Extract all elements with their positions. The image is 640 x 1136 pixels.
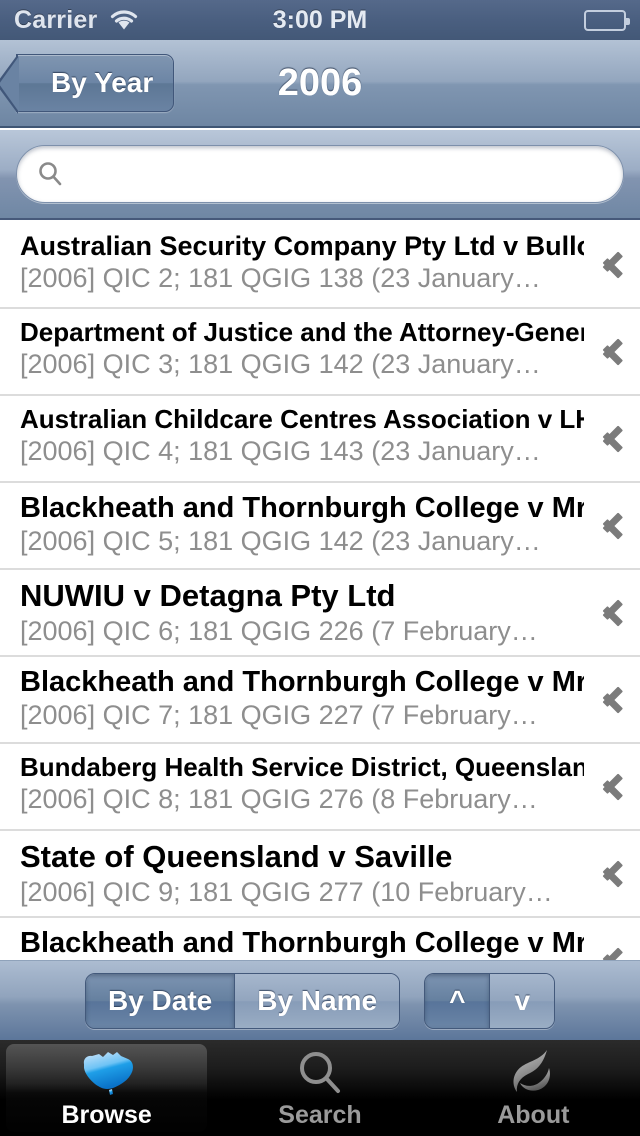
carrier-label: Carrier <box>14 5 98 34</box>
swirl-logo-icon <box>507 1047 559 1099</box>
search-input[interactable] <box>73 158 605 190</box>
table-row[interactable]: Bundaberg Health Service District, Queen… <box>0 744 640 831</box>
table-row[interactable]: NUWIU v Detagna Pty Ltd [2006] QIC 6; 18… <box>0 570 640 657</box>
tab-search[interactable]: Search <box>213 1040 426 1136</box>
row-subtitle: [2006] QIC 6; 181 QGIG 226 (7 February… <box>20 615 538 646</box>
app-screen: Carrier 3:00 PM By Year 2006 Australian … <box>0 0 640 1136</box>
australia-map-icon <box>76 1047 138 1099</box>
segment-by-name[interactable]: By Name <box>235 973 400 1028</box>
chevron-right-icon <box>602 248 624 282</box>
table-row[interactable]: State of Queensland v Saville [2006] QIC… <box>0 831 640 918</box>
chevron-right-icon <box>602 683 624 717</box>
bottom-toolbar: By Date By Name ^ v <box>0 960 640 1040</box>
table-row[interactable]: Department of Justice and the Attorney-G… <box>0 309 640 396</box>
chevron-right-icon <box>602 335 624 369</box>
case-list[interactable]: Australian Security Company Pty Ltd v Bu… <box>0 222 640 960</box>
row-subtitle: [2006] QIC 3; 181 QGIG 142 (23 January… <box>20 349 541 380</box>
segment-sort-descending[interactable]: v <box>490 973 555 1028</box>
search-bar <box>0 130 640 220</box>
sort-segmented-control[interactable]: By Date By Name <box>84 972 401 1029</box>
chevron-right-icon <box>602 770 624 804</box>
row-title: Blackheath and Thornburgh College v Mr A… <box>20 666 584 698</box>
tab-search-label: Search <box>278 1100 362 1129</box>
table-row[interactable]: Australian Childcare Centres Association… <box>0 396 640 483</box>
row-title: Department of Justice and the Attorney-G… <box>20 318 584 347</box>
row-title: Blackheath and Thornburgh College v Mr A… <box>20 492 584 524</box>
row-subtitle: [2006] QIC 8; 181 QGIG 276 (8 February… <box>20 784 538 815</box>
row-subtitle: [2006] QIC 2; 181 QGIG 138 (23 January… <box>20 263 541 294</box>
row-subtitle: [2006] QIC 9; 181 QGIG 277 (10 February… <box>20 876 553 907</box>
chevron-right-icon <box>602 509 624 543</box>
tab-about[interactable]: About <box>427 1040 640 1136</box>
chevron-right-icon <box>602 857 624 891</box>
chevron-right-icon <box>602 422 624 456</box>
row-title: NUWIU v Detagna Pty Ltd <box>20 579 396 613</box>
table-row[interactable]: Blackheath and Thornburgh College v Mr A… <box>0 483 640 570</box>
wifi-icon <box>109 9 139 31</box>
table-row[interactable]: Blackheath and Thornburgh College v Mr A… <box>0 918 640 960</box>
row-subtitle: [2006] QIC 7; 181 QGIG 227 (7 February… <box>20 700 538 731</box>
tab-bar: Browse Search About <box>0 1040 640 1136</box>
row-title: Blackheath and Thornburgh College v Mr A… <box>20 927 584 959</box>
table-row[interactable]: Australian Security Company Pty Ltd v Bu… <box>0 222 640 309</box>
battery-icon <box>584 9 630 31</box>
chevron-right-icon <box>602 944 624 961</box>
row-title: Australian Security Company Pty Ltd v Bu… <box>20 231 584 261</box>
segment-by-date[interactable]: By Date <box>85 973 236 1028</box>
back-button[interactable]: By Year <box>0 54 175 114</box>
order-segmented-control[interactable]: ^ v <box>424 972 556 1029</box>
search-field[interactable] <box>16 145 624 203</box>
search-icon <box>35 159 65 189</box>
row-subtitle: [2006] QIC 4; 181 QGIG 143 (23 January… <box>20 436 541 467</box>
status-bar: Carrier 3:00 PM <box>0 0 640 40</box>
back-button-label: By Year <box>51 67 154 98</box>
table-row[interactable]: Blackheath and Thornburgh College v Mr A… <box>0 657 640 744</box>
row-title: State of Queensland v Saville <box>20 840 453 874</box>
segment-sort-ascending[interactable]: ^ <box>425 973 491 1028</box>
row-subtitle: [2006] QIC 5; 181 QGIG 142 (23 January… <box>20 526 541 557</box>
tab-about-label: About <box>497 1100 570 1129</box>
row-title: Bundaberg Health Service District, Queen… <box>20 753 584 782</box>
status-bar-right <box>584 9 630 31</box>
search-icon <box>295 1047 345 1099</box>
chevron-right-icon <box>602 596 624 630</box>
navigation-bar: By Year 2006 <box>0 40 640 128</box>
tab-browse-label: Browse <box>61 1100 152 1129</box>
row-title: Australian Childcare Centres Association… <box>20 405 584 434</box>
tab-browse[interactable]: Browse <box>0 1040 213 1136</box>
